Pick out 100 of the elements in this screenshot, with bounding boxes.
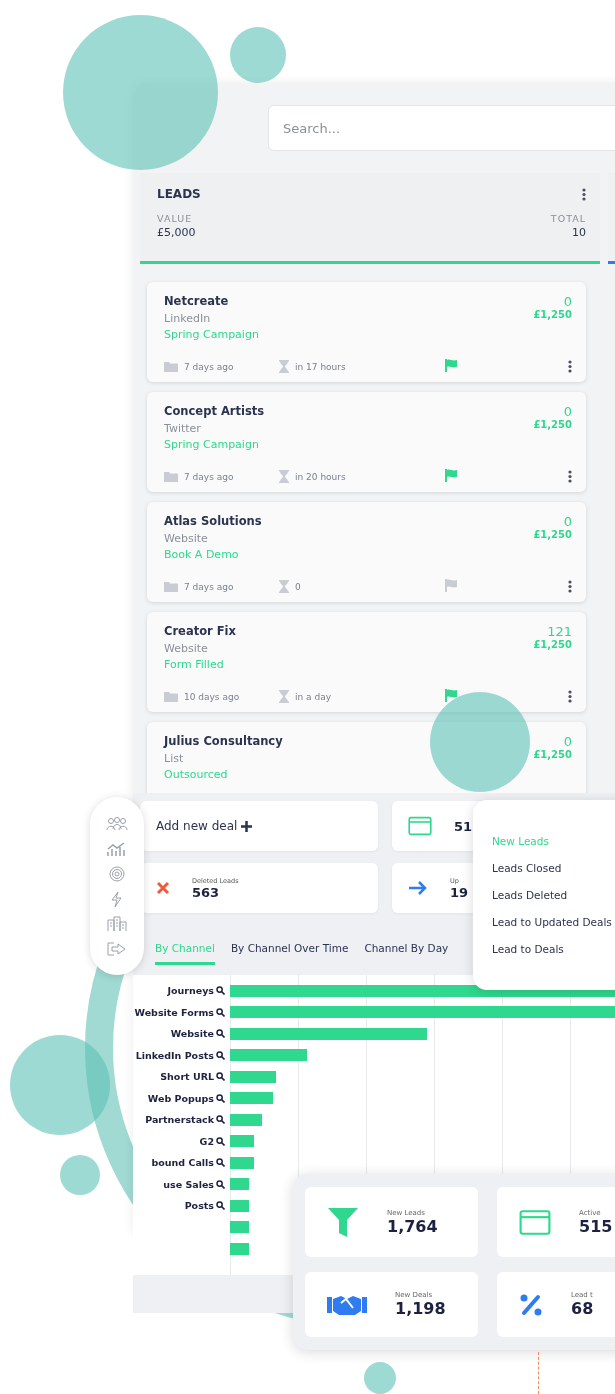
chart-tab[interactable]: Channel By Day (364, 941, 449, 965)
deal-name: Creator Fix (164, 624, 236, 638)
search-icon[interactable] (216, 1007, 225, 1017)
menu-item[interactable]: Leads Deleted (492, 889, 615, 901)
column-menu-icon[interactable] (582, 187, 586, 201)
due-time: in 20 hours (295, 471, 346, 482)
cross-icon (156, 881, 170, 895)
folder-icon (164, 471, 178, 482)
stat-value: 515 (579, 1216, 613, 1236)
chart-tab[interactable]: By Channel Over Time (230, 941, 349, 965)
deal-name: Atlas Solutions (164, 514, 262, 528)
search-icon[interactable] (216, 1050, 225, 1060)
menu-item[interactable]: Lead to Updated Deals (492, 916, 615, 928)
stat-value: 563 (192, 884, 221, 900)
search-icon[interactable] (216, 1093, 225, 1103)
channel-bar (230, 1199, 249, 1212)
deal-amount: £1,250 (533, 529, 572, 540)
deal-card[interactable]: Atlas Solutions Website Book A Demo 0 £1,250 7 days ago 0 (147, 502, 586, 602)
deal-name: Julius Consultancy (164, 734, 283, 748)
search-icon[interactable] (216, 1136, 225, 1146)
value-amount: £5,000 (157, 226, 196, 239)
deal-card[interactable]: Netcreate LinkedIn Spring Campaign 0 £1,250 7 days ago in 17 hours (147, 282, 586, 382)
more-icon[interactable] (568, 360, 572, 373)
deal-campaign: Form Filled (164, 658, 225, 671)
deal-count: 0 (562, 514, 572, 529)
dashed-line (538, 1352, 539, 1394)
browser-window-icon (408, 816, 432, 836)
channel-bar (230, 1113, 262, 1126)
search-icon[interactable] (216, 1115, 225, 1125)
stat-value: 1,764 (387, 1216, 438, 1236)
deal-campaign: Book A Demo (164, 548, 240, 561)
deal-source: LinkedIn (164, 312, 212, 325)
channel-label: G2 (199, 1135, 214, 1147)
deal-count: 0 (562, 404, 572, 419)
search-icon[interactable] (216, 1179, 225, 1189)
hourglass-icon (279, 690, 289, 703)
add-deal-button[interactable]: Add new deal (140, 801, 378, 851)
channel-bar (230, 1242, 249, 1255)
hourglass-icon (279, 580, 289, 593)
more-icon[interactable] (568, 580, 572, 593)
deal-source: Website (164, 532, 209, 545)
decorative-circle (364, 1362, 396, 1394)
deal-source: Twitter (164, 422, 202, 435)
menu-item[interactable]: Leads Closed (492, 862, 615, 874)
channel-label: Short URL (160, 1071, 214, 1083)
due-time: in a day (295, 691, 331, 702)
search-icon[interactable] (216, 1158, 225, 1168)
channel-bar (230, 1178, 249, 1191)
funnel-icon (327, 1206, 359, 1238)
folder-icon (164, 361, 178, 372)
channel-label: Website Forms (134, 1006, 214, 1018)
deal-count: 0 (562, 734, 572, 749)
search-icon[interactable] (216, 986, 225, 996)
decorative-circle (60, 1155, 100, 1195)
deal-card[interactable]: Concept Artists Twitter Spring Campaign 0 £1,250 7 days ago in 20 hours (147, 392, 586, 492)
channel-label: Posts (184, 1200, 214, 1212)
handshake-icon (327, 1293, 367, 1316)
stat-value: 68 (571, 1299, 594, 1318)
channel-label: use Sales (163, 1178, 214, 1190)
search-field[interactable]: Search... (268, 105, 615, 151)
stat-value: 1,198 (395, 1299, 446, 1318)
deal-source: List (164, 752, 185, 765)
created-time: 10 days ago (184, 691, 240, 702)
folder-icon (164, 691, 178, 702)
total-label: TOTAL (550, 213, 586, 224)
search-icon[interactable] (216, 1072, 225, 1082)
due-time: 0 (295, 581, 301, 592)
search-icon[interactable] (216, 1201, 225, 1211)
deal-amount: £1,250 (533, 419, 572, 430)
deal-amount: £1,250 (533, 309, 572, 320)
channel-label: Journeys (167, 985, 214, 997)
deal-name: Netcreate (164, 294, 230, 308)
channel-label: LinkedIn Posts (135, 1049, 214, 1061)
plus-icon (241, 820, 253, 832)
deal-campaign: Spring Campaign (164, 328, 259, 341)
column-title: LEADS (157, 187, 201, 201)
search-icon[interactable] (216, 1029, 225, 1039)
deal-campaign: Spring Campaign (164, 438, 260, 451)
deal-amount: £1,250 (533, 639, 572, 650)
deal-count: 0 (562, 294, 572, 309)
hourglass-icon (279, 360, 289, 373)
hourglass-icon (279, 470, 289, 483)
channel-label: Web Popups (147, 1092, 214, 1104)
folder-icon (164, 581, 178, 592)
more-icon[interactable] (568, 470, 572, 483)
deal-amount: £1,250 (533, 749, 572, 760)
menu-item[interactable]: Lead to Deals (492, 943, 615, 955)
channel-bar (230, 1092, 273, 1105)
channel-bar (230, 1070, 276, 1083)
deal-count: 121 (546, 624, 572, 639)
channel-bar (230, 1135, 254, 1148)
more-icon[interactable] (568, 690, 572, 703)
due-time: in 17 hours (295, 361, 346, 372)
channel-label: Website (170, 1028, 214, 1040)
channel-bar (230, 1221, 249, 1234)
channel-label: Partnerstack (145, 1114, 214, 1126)
deal-name: Concept Artists (164, 404, 265, 418)
channel-bar (230, 1156, 254, 1169)
deal-card[interactable]: Creator Fix Website Form Filled 121 £1,250 10 days ago in a day (147, 612, 586, 712)
decorative-circle (230, 27, 286, 83)
